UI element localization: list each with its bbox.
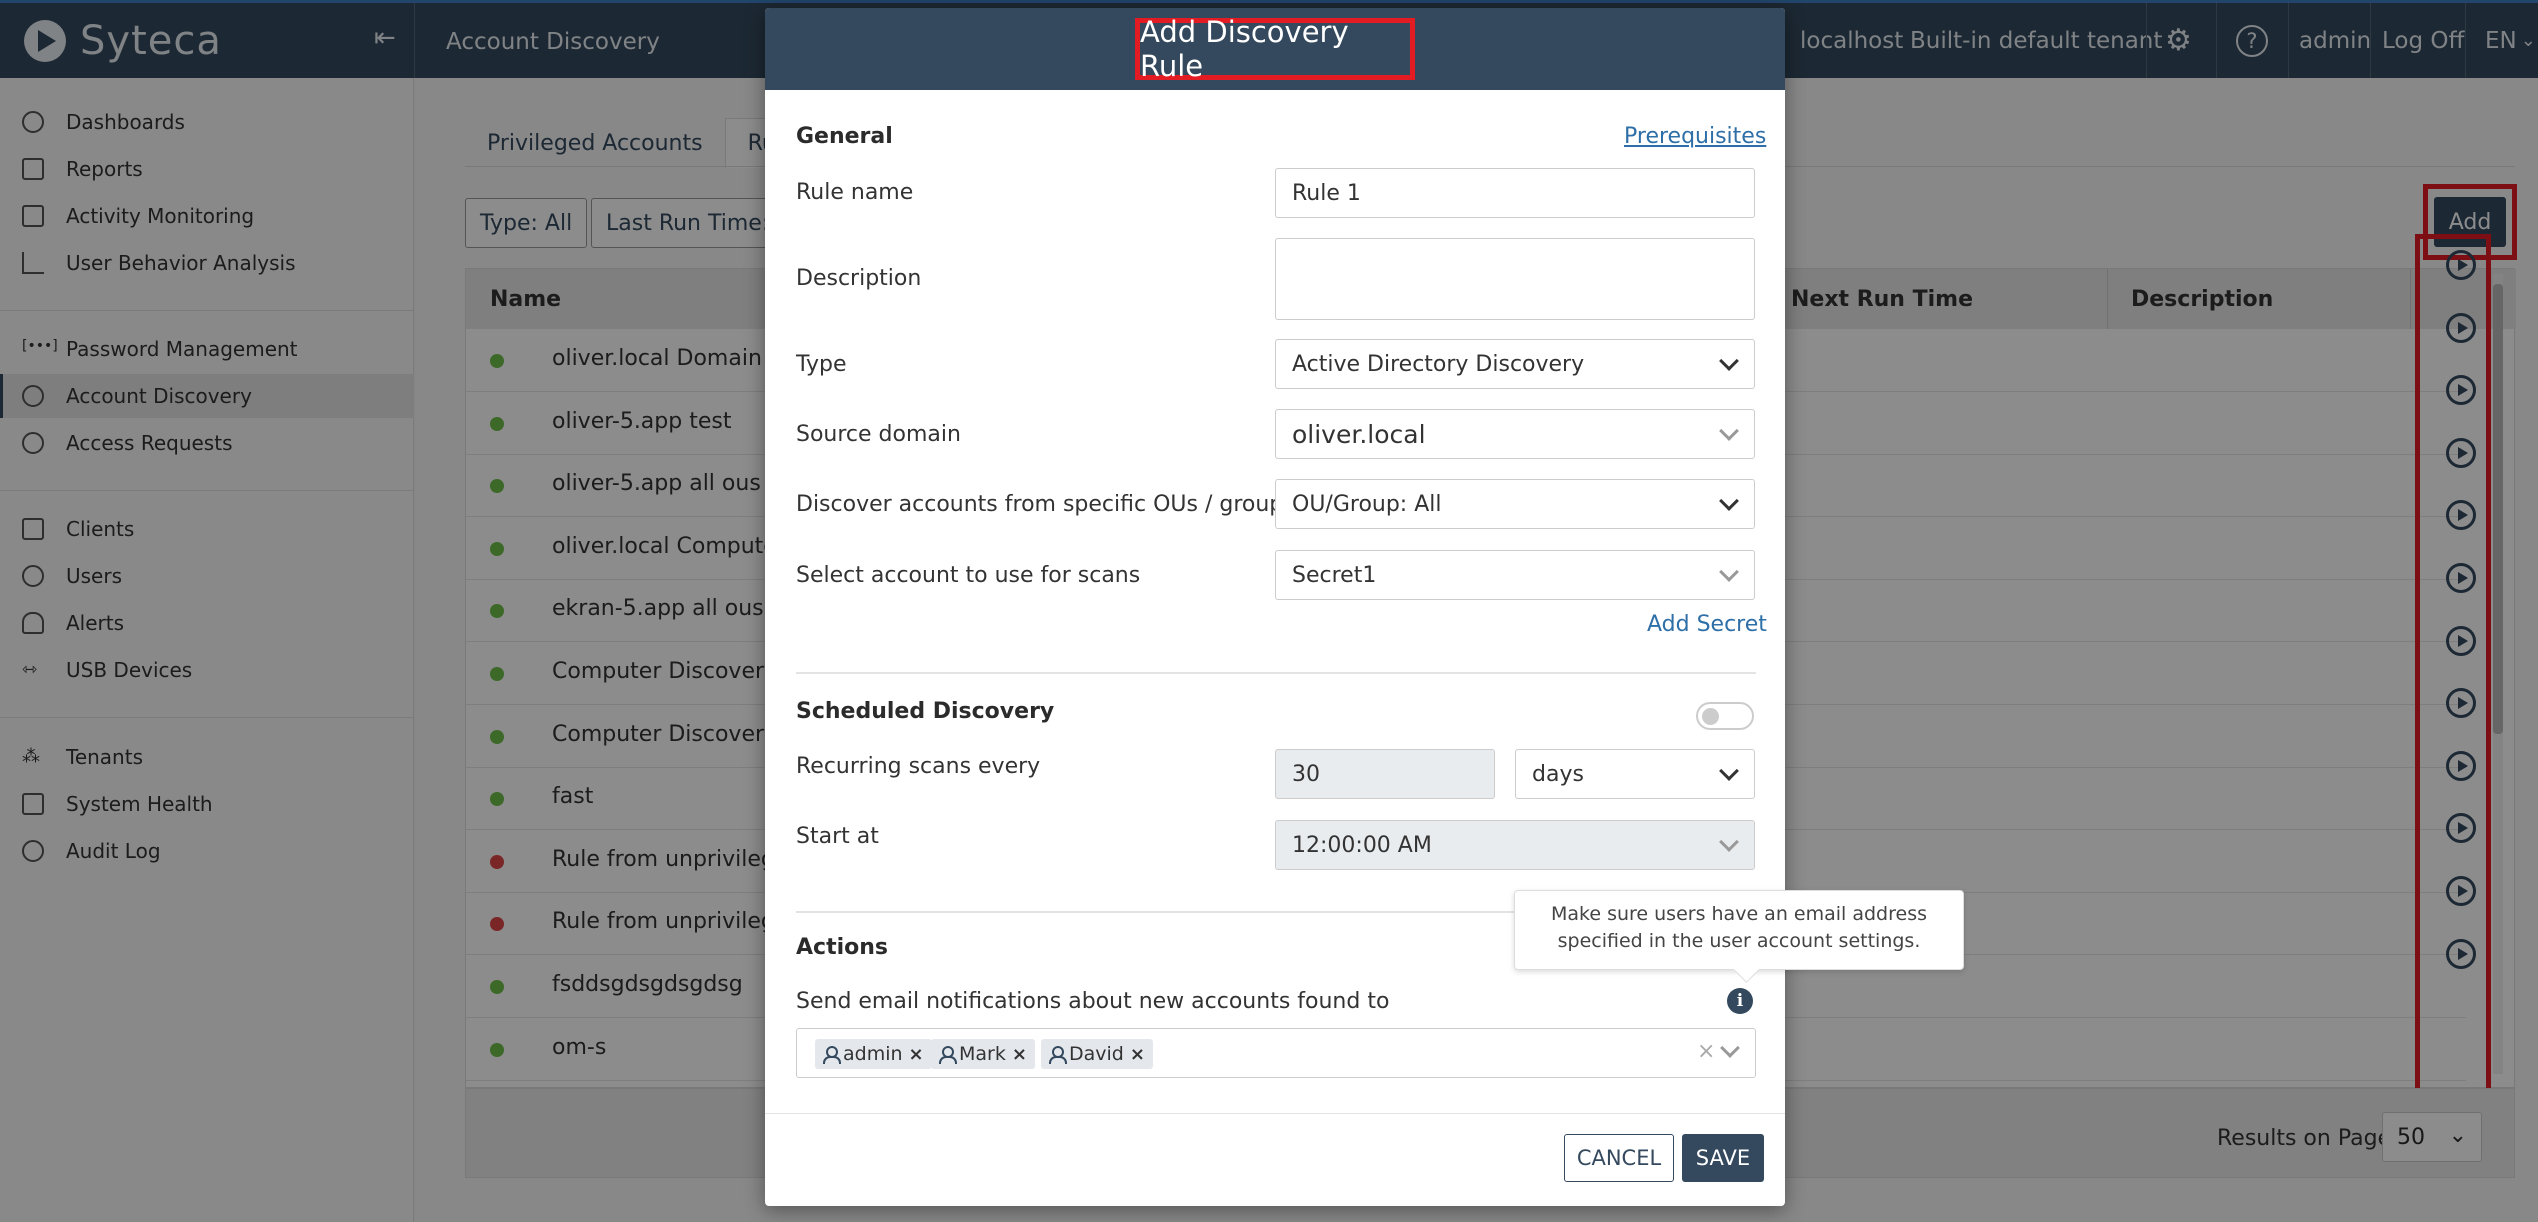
remove-tag-icon[interactable]: × <box>1012 1044 1027 1065</box>
recipient-name: David <box>1069 1043 1124 1065</box>
chevron-down-icon <box>1719 421 1739 441</box>
recipient-tag: Mark × <box>931 1039 1035 1069</box>
recipient-tag: David × <box>1041 1039 1153 1069</box>
recurring-interval-value: 30 <box>1292 762 1320 787</box>
scheduled-discovery-toggle[interactable] <box>1696 702 1754 730</box>
type-label: Type <box>796 352 847 377</box>
source-domain-select[interactable]: oliver.local <box>1275 409 1755 459</box>
rule-name-input[interactable] <box>1275 168 1755 218</box>
email-tooltip: Make sure users have an email address sp… <box>1514 890 1964 970</box>
recurring-label: Recurring scans every <box>796 754 1041 779</box>
dialog-footer: CANCEL SAVE <box>765 1113 1785 1206</box>
scan-account-value: Secret1 <box>1292 563 1377 588</box>
start-at-label: Start at <box>796 824 879 849</box>
divider <box>796 672 1756 674</box>
user-icon <box>939 1046 957 1064</box>
chevron-down-icon <box>1719 761 1739 781</box>
source-domain-label: Source domain <box>796 422 961 447</box>
add-discovery-rule-dialog: Add Discovery Rule General Prerequisites… <box>765 8 1785 1206</box>
user-icon <box>823 1046 841 1064</box>
source-domain-value: oliver.local <box>1292 420 1426 449</box>
general-section-title: General <box>796 124 893 149</box>
description-textarea[interactable] <box>1275 238 1755 320</box>
add-secret-link[interactable]: Add Secret <box>1647 612 1767 637</box>
recipient-name: Mark <box>959 1043 1006 1065</box>
save-button[interactable]: SAVE <box>1682 1134 1764 1182</box>
chevron-down-icon[interactable] <box>1720 1038 1740 1058</box>
chevron-down-icon <box>1719 351 1739 371</box>
chevron-down-icon <box>1719 562 1739 582</box>
recipient-tag: admin × <box>815 1039 932 1069</box>
type-select[interactable]: Active Directory Discovery <box>1275 339 1755 389</box>
dialog-header: Add Discovery Rule <box>765 8 1785 90</box>
type-value: Active Directory Discovery <box>1292 352 1585 377</box>
remove-tag-icon[interactable]: × <box>909 1044 924 1065</box>
ou-select[interactable]: OU/Group: All <box>1275 479 1755 529</box>
remove-tag-icon[interactable]: × <box>1130 1044 1145 1065</box>
dialog-title-highlight: Add Discovery Rule <box>1135 15 1415 83</box>
rule-name-label: Rule name <box>796 180 914 205</box>
chevron-down-icon <box>1719 832 1739 852</box>
info-icon[interactable]: i <box>1727 988 1753 1014</box>
scan-account-label: Select account to use for scans <box>796 563 1141 588</box>
start-at-value: 12:00:00 AM <box>1292 833 1432 858</box>
ou-label: Discover accounts from specific OUs / gr… <box>796 492 1295 517</box>
recipients-multiselect[interactable]: admin × Mark × David × × <box>796 1028 1756 1078</box>
recipient-name: admin <box>843 1043 903 1065</box>
ou-value: OU/Group: All <box>1292 492 1442 517</box>
user-icon <box>1049 1046 1067 1064</box>
scan-account-select[interactable]: Secret1 <box>1275 550 1755 600</box>
chevron-down-icon <box>1719 491 1739 511</box>
description-input[interactable] <box>1282 245 1748 313</box>
email-notifications-label: Send email notifications about new accou… <box>796 989 1390 1014</box>
recurring-interval-input[interactable]: 30 <box>1275 749 1495 799</box>
actions-section-title: Actions <box>796 935 888 960</box>
recurring-unit-value: days <box>1532 762 1584 787</box>
description-label: Description <box>796 266 922 291</box>
cancel-button[interactable]: CANCEL <box>1564 1134 1674 1182</box>
start-at-select[interactable]: 12:00:00 AM <box>1275 820 1755 870</box>
recurring-unit-select[interactable]: days <box>1515 749 1755 799</box>
dialog-title: Add Discovery Rule <box>1140 15 1349 83</box>
prerequisites-link[interactable]: Prerequisites <box>1624 124 1766 149</box>
scheduled-discovery-title: Scheduled Discovery <box>796 699 1055 724</box>
clear-all-icon[interactable]: × <box>1697 1039 1715 1064</box>
